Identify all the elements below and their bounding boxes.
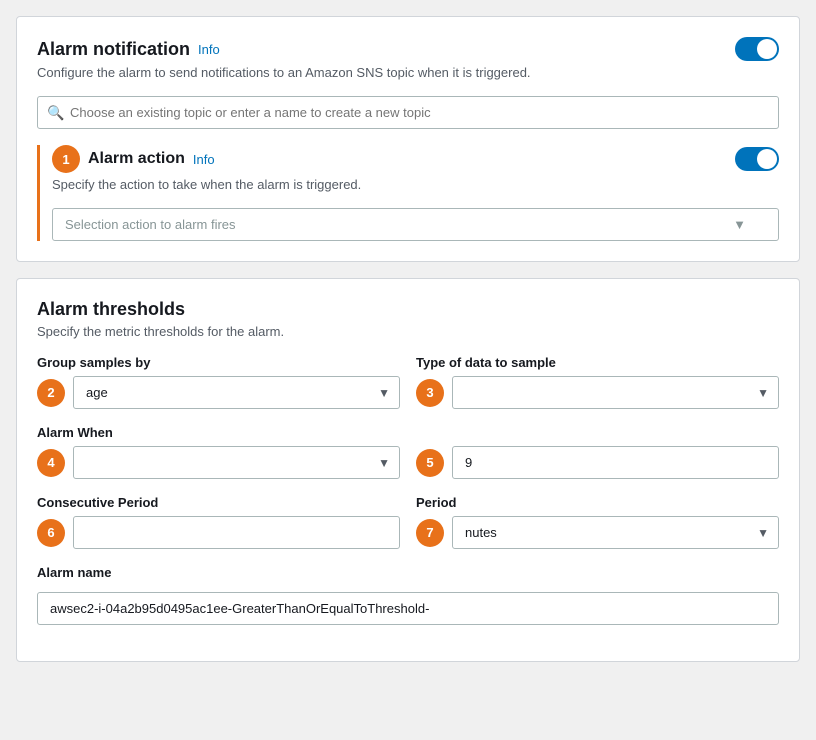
step-2-badge: 2 [37,379,65,407]
alarm-name-label: Alarm name [37,565,779,580]
alarm-action-section: 1 Alarm action Info Specify the action t… [37,145,779,241]
type-of-data-select-wrapper: ▼ [452,376,779,409]
period-select-wrapper: nutes 5 minutes 10 minutes 15 minutes 30… [452,516,779,549]
alarm-thresholds-card: Alarm thresholds Specify the metric thre… [16,278,800,662]
step-1-badge: 1 [52,145,80,173]
alarm-action-toggle[interactable] [735,147,779,171]
alarm-name-field: Alarm name [37,565,779,625]
alarm-action-select-wrapper: Selection action to alarm fires ▼ [52,208,779,241]
search-icon: 🔍 [47,104,64,121]
step-5-badge: 5 [416,449,444,477]
group-samples-badge-row: 2 age Average Sum Minimum Maximum ▼ [37,376,400,409]
row-group-samples-type: Group samples by 2 age Average Sum Minim… [37,355,779,409]
alarm-when-select[interactable] [73,446,400,479]
consecutive-period-label: Consecutive Period [37,495,400,510]
alarm-notification-toggle[interactable] [735,37,779,61]
step-4-badge: 4 [37,449,65,477]
alarm-action-title: Alarm action [88,150,185,168]
row-alarm-when-threshold: Alarm When 4 ▼ Threshold 5 [37,425,779,479]
threshold-field: Threshold 5 [416,425,779,479]
type-of-data-select[interactable] [452,376,779,409]
threshold-input[interactable] [452,446,779,479]
period-badge-row: 7 nutes 5 minutes 10 minutes 15 minutes … [416,516,779,549]
type-of-data-label: Type of data to sample [416,355,779,370]
alarm-thresholds-description: Specify the metric thresholds for the al… [37,324,779,339]
alarm-notification-info-link[interactable]: Info [198,42,220,57]
alarm-action-description: Specify the action to take when the alar… [52,177,779,192]
period-label: Period [416,495,779,510]
alarm-thresholds-title: Alarm thresholds [37,299,185,319]
consecutive-period-input[interactable] [73,516,400,549]
alarm-when-select-wrapper: ▼ [73,446,400,479]
type-of-data-badge-row: 3 ▼ [416,376,779,409]
alarm-notification-card: Alarm notification Info Configure the al… [16,16,800,262]
threshold-badge-row: 5 [416,446,779,479]
alarm-when-badge-row: 4 ▼ [37,446,400,479]
alarm-notification-title: Alarm notification [37,39,190,60]
period-select[interactable]: nutes 5 minutes 10 minutes 15 minutes 30… [452,516,779,549]
group-samples-field: Group samples by 2 age Average Sum Minim… [37,355,400,409]
alarm-action-select[interactable]: Selection action to alarm fires ▼ [52,208,779,241]
sns-topic-search-input[interactable] [37,96,779,129]
period-field: Period 7 nutes 5 minutes 10 minutes 15 m… [416,495,779,549]
sns-topic-search-container: 🔍 [37,96,779,129]
alarm-action-select-arrow: ▼ [733,217,746,232]
alarm-action-info-link[interactable]: Info [193,152,215,167]
consecutive-period-field: Consecutive Period 6 [37,495,400,549]
group-samples-label: Group samples by [37,355,400,370]
step-7-badge: 7 [416,519,444,547]
consecutive-period-badge-row: 6 [37,516,400,549]
alarm-when-label: Alarm When [37,425,400,440]
alarm-name-input[interactable] [37,592,779,625]
row-consecutive-period: Consecutive Period 6 Period 7 nutes 5 mi… [37,495,779,549]
group-samples-select-wrapper: age Average Sum Minimum Maximum ▼ [73,376,400,409]
alarm-when-field: Alarm When 4 ▼ [37,425,400,479]
alarm-notification-description: Configure the alarm to send notification… [37,65,779,80]
alarm-action-select-placeholder: Selection action to alarm fires [65,217,236,232]
step-6-badge: 6 [37,519,65,547]
group-samples-select[interactable]: age Average Sum Minimum Maximum [73,376,400,409]
type-of-data-field: Type of data to sample 3 ▼ [416,355,779,409]
step-3-badge: 3 [416,379,444,407]
